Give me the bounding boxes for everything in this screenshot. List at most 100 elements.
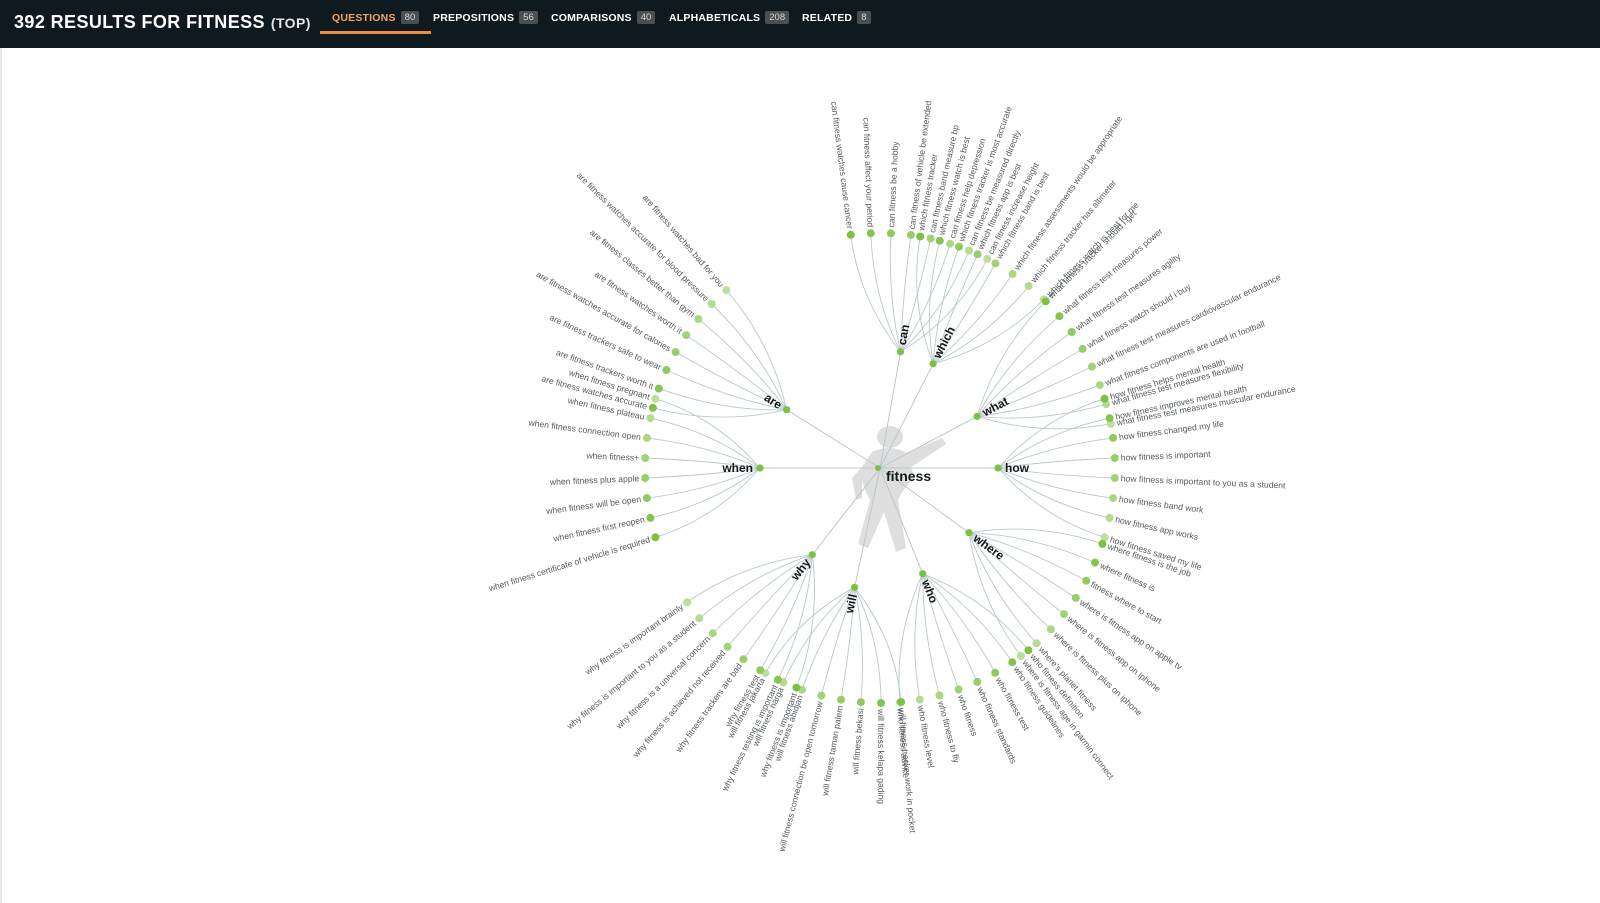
branch-label-which[interactable]: which — [930, 324, 958, 362]
branch-label-when[interactable]: when — [721, 461, 753, 475]
leaf-node[interactable] — [641, 454, 650, 462]
leaf-node[interactable] — [1016, 652, 1025, 660]
leaf-label[interactable]: who fitness to fly — [936, 699, 962, 765]
leaf-node[interactable] — [648, 403, 657, 412]
leaf-node[interactable] — [991, 668, 1000, 677]
leaf-node[interactable] — [1098, 539, 1107, 548]
leaf-node[interactable] — [926, 234, 935, 243]
leaf-node[interactable] — [817, 691, 826, 700]
leaf-node[interactable] — [682, 331, 691, 340]
leaf-node[interactable] — [965, 246, 973, 255]
branch-node-are[interactable] — [783, 406, 791, 414]
leaf-node[interactable] — [846, 230, 855, 239]
leaf-node[interactable] — [739, 655, 748, 664]
leaf-label[interactable]: will fitness bekasi — [850, 708, 865, 776]
leaf-node[interactable] — [1078, 344, 1087, 353]
leaf-node[interactable] — [671, 348, 680, 357]
leaf-node[interactable] — [641, 474, 650, 482]
leaf-node[interactable] — [1071, 593, 1080, 602]
leaf-label[interactable]: will fitness tracker work in pocket — [897, 707, 918, 834]
leaf-node[interactable] — [1100, 394, 1109, 403]
leaf-node[interactable] — [915, 695, 924, 704]
leaf-label[interactable]: can fitness affect your period — [861, 117, 875, 227]
leaf-node[interactable] — [866, 229, 875, 238]
leaf-node[interactable] — [792, 683, 801, 692]
branch-label-who[interactable]: who — [918, 577, 940, 605]
leaf-label[interactable]: when fitness certificate of vehicle is r… — [487, 534, 652, 593]
leaf-node[interactable] — [983, 254, 992, 263]
leaf-node[interactable] — [935, 691, 944, 700]
branch-label-how[interactable]: how — [1005, 461, 1030, 475]
leaf-node[interactable] — [856, 698, 865, 707]
leaf-node[interactable] — [906, 231, 915, 239]
leaf-node[interactable] — [723, 642, 732, 651]
leaf-node[interactable] — [651, 533, 660, 542]
branch-node-why[interactable] — [808, 551, 816, 559]
branch-node-what[interactable] — [973, 412, 981, 420]
leaf-node[interactable] — [646, 414, 655, 423]
leaf-node[interactable] — [651, 394, 660, 403]
leaf-label[interactable]: will fitness taman palem — [820, 705, 845, 798]
leaf-node[interactable] — [1024, 282, 1033, 290]
leaf-node[interactable] — [642, 433, 651, 442]
leaf-node[interactable] — [708, 629, 717, 638]
leaf-node[interactable] — [654, 384, 663, 393]
leaf-node[interactable] — [1046, 625, 1055, 634]
leaf-node[interactable] — [916, 232, 925, 241]
leaf-node[interactable] — [1095, 381, 1104, 390]
leaf-node[interactable] — [695, 614, 704, 623]
leaf-label[interactable]: how fitness app works — [1114, 514, 1199, 542]
branch-node-where[interactable] — [965, 529, 973, 537]
leaf-label[interactable]: who fitness — [956, 693, 980, 738]
branch-node-can[interactable] — [896, 348, 905, 356]
leaf-node[interactable] — [1060, 610, 1068, 619]
leaf-node[interactable] — [1109, 494, 1118, 503]
leaf-node[interactable] — [1008, 270, 1017, 278]
leaf-label[interactable]: can fitness watches cause cancer — [829, 101, 855, 230]
leaf-node[interactable] — [756, 666, 765, 675]
leaf-node[interactable] — [1091, 558, 1100, 567]
branch-label-will[interactable]: will — [842, 593, 860, 616]
leaf-label[interactable]: who fitness level — [916, 704, 937, 769]
leaf-node[interactable] — [642, 494, 651, 503]
branch-node-who[interactable] — [919, 570, 927, 578]
leaf-node[interactable] — [973, 250, 982, 259]
leaf-node[interactable] — [954, 685, 963, 694]
branch-node-when[interactable] — [756, 464, 764, 472]
leaf-label[interactable]: can fitness be a hobby — [886, 140, 900, 227]
leaf-node[interactable] — [1024, 646, 1033, 655]
leaf-node[interactable] — [973, 677, 982, 686]
leaf-node[interactable] — [886, 229, 895, 238]
branch-node-which[interactable] — [929, 360, 937, 368]
leaf-label[interactable]: how fitness is important — [1121, 449, 1212, 463]
leaf-node[interactable] — [837, 695, 845, 704]
leaf-node[interactable] — [1008, 658, 1017, 667]
leaf-node[interactable] — [694, 315, 703, 323]
leaf-node[interactable] — [946, 239, 955, 248]
leaf-node[interactable] — [1105, 513, 1114, 522]
leaf-label[interactable]: how fitness is important to you as a stu… — [1121, 473, 1287, 490]
leaf-node[interactable] — [955, 242, 963, 251]
leaf-node[interactable] — [1110, 474, 1119, 482]
leaf-node[interactable] — [1041, 297, 1050, 306]
leaf-node[interactable] — [1067, 328, 1076, 336]
leaf-node[interactable] — [991, 259, 1000, 268]
leaf-label[interactable]: when fitness plus apple — [549, 473, 640, 487]
leaf-node[interactable] — [1032, 639, 1041, 648]
branch-node-will[interactable] — [851, 583, 859, 591]
leaf-node[interactable] — [1055, 312, 1064, 321]
leaf-node[interactable] — [1088, 362, 1096, 371]
leaf-node[interactable] — [773, 675, 782, 684]
leaf-node[interactable] — [683, 598, 692, 607]
leaf-node[interactable] — [722, 286, 731, 295]
leaf-node[interactable] — [1105, 414, 1114, 423]
leaf-node[interactable] — [707, 300, 716, 308]
leaf-node[interactable] — [1110, 454, 1119, 462]
leaf-node[interactable] — [646, 513, 655, 522]
branch-node-how[interactable] — [994, 464, 1002, 472]
leaf-node[interactable] — [1082, 576, 1091, 585]
leaf-node[interactable] — [897, 698, 906, 707]
leaf-node[interactable] — [662, 366, 671, 374]
leaf-node[interactable] — [935, 236, 944, 245]
leaf-node[interactable] — [877, 699, 885, 707]
